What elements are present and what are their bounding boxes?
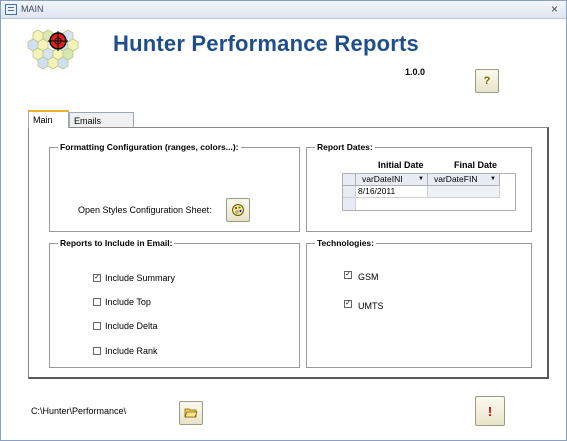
title-bar: MAIN × [1, 1, 566, 19]
include-top-checkbox[interactable] [93, 298, 101, 306]
reports-group: Reports to Include in Email: ✓ Include S… [49, 238, 300, 368]
output-path-label: C:\Hunter\Performance\ [31, 406, 127, 416]
final-date-cell[interactable] [428, 186, 500, 198]
include-top-label: Include Top [105, 297, 151, 307]
technologies-title: Technologies: [315, 238, 376, 248]
run-report-button[interactable]: ! [475, 396, 505, 426]
help-button[interactable]: ? [475, 69, 499, 93]
include-summary-label: Include Summary [105, 273, 176, 283]
app-title: Hunter Performance Reports [113, 31, 419, 56]
umts-label: UMTS [358, 301, 384, 311]
include-rank-label: Include Rank [105, 346, 158, 356]
exclamation-icon: ! [487, 403, 493, 419]
report-dates-group: Report Dates: Initial Date Final Date va… [306, 142, 532, 232]
gsm-label: GSM [358, 272, 379, 282]
gsm-checkbox[interactable]: ✓ [344, 271, 352, 279]
version-label: 1.0.0 [405, 67, 426, 77]
final-date-label: Final Date [454, 160, 498, 170]
umts-checkbox[interactable]: ✓ [344, 300, 352, 308]
question-icon: ? [483, 75, 491, 87]
row-selector[interactable] [343, 186, 356, 198]
browse-folder-button[interactable] [179, 401, 203, 425]
report-dates-title: Report Dates: [315, 142, 375, 152]
formatting-group: Formatting Configuration (ranges, colors… [49, 142, 300, 232]
include-delta-label: Include Delta [105, 321, 158, 331]
column-header-varDateFIN[interactable]: varDateFIN ▼ [428, 174, 500, 186]
formatting-group-title: Formatting Configuration (ranges, colors… [58, 142, 241, 152]
dates-datasheet: varDateINI ▼ varDateFIN ▼ 8/16/2011 [342, 173, 516, 211]
folder-open-icon [184, 408, 198, 418]
hexagon-target-logo [27, 29, 79, 70]
include-rank-checkbox[interactable] [93, 347, 101, 355]
dropdown-arrow-icon[interactable]: ▼ [418, 174, 424, 185]
window-title: MAIN [21, 4, 44, 14]
form-icon [5, 4, 17, 15]
close-button[interactable]: × [551, 2, 558, 16]
palette-icon [232, 204, 244, 216]
reports-group-title: Reports to Include in Email: [58, 238, 175, 248]
include-summary-checkbox[interactable]: ✓ [93, 274, 101, 282]
open-styles-button[interactable] [226, 198, 250, 222]
open-styles-label: Open Styles Configuration Sheet: [78, 205, 212, 215]
select-all-cell[interactable] [343, 174, 356, 186]
include-delta-checkbox[interactable] [93, 322, 101, 330]
initial-date-label: Initial Date [378, 160, 424, 170]
main-tab-panel: Formatting Configuration (ranges, colors… [28, 127, 549, 379]
initial-date-cell[interactable]: 8/16/2011 [356, 186, 428, 198]
column-header-label: varDateINI [362, 174, 403, 184]
tab-emails[interactable]: Emails [69, 112, 134, 127]
technologies-group: Technologies: ✓ GSM ✓ UMTS [306, 238, 532, 368]
dropdown-arrow-icon[interactable]: ▼ [490, 174, 496, 185]
main-window: MAIN × Hunter Performance Reports 1.0.0 … [0, 0, 567, 441]
tab-main[interactable]: Main [28, 110, 69, 128]
new-row-selector[interactable] [343, 198, 356, 210]
column-header-label: varDateFIN [434, 174, 478, 184]
column-header-varDateINI[interactable]: varDateINI ▼ [356, 174, 428, 186]
